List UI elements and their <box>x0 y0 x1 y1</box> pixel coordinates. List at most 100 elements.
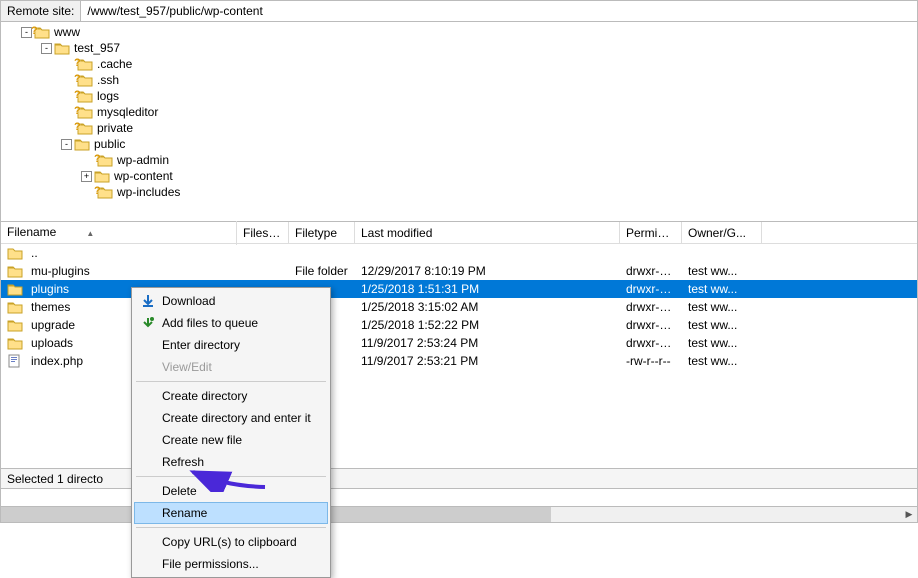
folder-icon <box>7 336 23 350</box>
tree-node[interactable]: ? logs <box>1 88 917 104</box>
file-modified: 11/9/2017 2:53:24 PM <box>355 334 620 352</box>
unknown-icon: ? <box>74 103 81 119</box>
file-permissions: drwxr-xr-x <box>620 280 682 298</box>
tree-node[interactable]: ? private <box>1 120 917 136</box>
tree-node[interactable]: - ? www <box>1 24 917 40</box>
file-permissions: -rw-r--r-- <box>620 352 682 370</box>
tree-node-label: public <box>94 136 125 152</box>
file-owner: test ww... <box>682 334 762 352</box>
tree-expander[interactable]: - <box>41 43 52 54</box>
php-file-icon <box>7 354 23 368</box>
folder-icon <box>7 282 23 296</box>
tree-node[interactable]: - public <box>1 136 917 152</box>
remote-site-bar: Remote site: <box>0 0 918 22</box>
file-owner: test ww... <box>682 316 762 334</box>
menu-create-directory[interactable]: Create directory <box>134 385 328 407</box>
file-name: plugins <box>31 280 69 298</box>
tree-node[interactable]: ? .cache <box>1 56 917 72</box>
tree-node[interactable]: ? wp-includes <box>1 184 917 200</box>
file-row[interactable]: mu-plugins File folder 12/29/2017 8:10:1… <box>1 262 917 280</box>
file-name: uploads <box>31 334 73 352</box>
col-header-filename[interactable]: Filename▲ <box>1 221 237 245</box>
file-type: File folder <box>289 262 355 280</box>
remote-site-label: Remote site: <box>1 1 81 21</box>
menu-download[interactable]: Download <box>134 290 328 312</box>
unknown-icon: ? <box>31 23 38 39</box>
menu-delete[interactable]: Delete <box>134 480 328 502</box>
folder-icon: ? <box>34 25 50 39</box>
folder-icon <box>54 41 70 55</box>
file-modified: 1/25/2018 1:52:22 PM <box>355 316 620 334</box>
tree-node[interactable]: ? mysqleditor <box>1 104 917 120</box>
unknown-icon: ? <box>94 183 101 199</box>
file-row[interactable]: .. <box>1 244 917 262</box>
file-modified: 12/29/2017 8:10:19 PM <box>355 262 620 280</box>
remote-site-input[interactable] <box>81 1 917 21</box>
file-list-header: Filename▲ Filesize Filetype Last modifie… <box>1 222 917 244</box>
remote-tree[interactable]: - ? www- test_957 ? .cache ? .ssh ? logs… <box>0 22 918 222</box>
folder-icon: ? <box>77 73 93 87</box>
file-modified: 1/25/2018 1:51:31 PM <box>355 280 620 298</box>
folder-icon <box>94 169 110 183</box>
folder-icon: ? <box>97 153 113 167</box>
col-header-permissions[interactable]: Permissi... <box>620 222 682 244</box>
file-owner: test ww... <box>682 352 762 370</box>
menu-separator <box>136 527 326 528</box>
col-header-modified[interactable]: Last modified <box>355 222 620 244</box>
tree-node-label: .ssh <box>97 72 119 88</box>
sort-asc-icon: ▲ <box>86 229 94 238</box>
tree-node[interactable]: ? .ssh <box>1 72 917 88</box>
file-name: index.php <box>31 352 83 370</box>
menu-file-permissions[interactable]: File permissions... <box>134 553 328 575</box>
parent-dir-icon <box>7 246 23 260</box>
tree-expander[interactable]: - <box>61 139 72 150</box>
menu-separator <box>136 381 326 382</box>
folder-icon: ? <box>97 185 113 199</box>
tree-node-label: wp-includes <box>117 184 180 200</box>
file-permissions: drwxr-xr-x <box>620 262 682 280</box>
menu-separator <box>136 476 326 477</box>
tree-node[interactable]: + wp-content <box>1 168 917 184</box>
folder-icon <box>7 264 23 278</box>
scroll-right-icon[interactable]: ▶ <box>901 507 917 522</box>
unknown-icon: ? <box>74 55 81 71</box>
tree-node-label: .cache <box>97 56 132 72</box>
file-owner: test ww... <box>682 298 762 316</box>
file-name: upgrade <box>31 316 75 334</box>
tree-node-label: wp-admin <box>117 152 169 168</box>
context-menu: Download Add files to queue Enter direct… <box>131 287 331 578</box>
download-icon <box>140 293 156 309</box>
col-header-owner[interactable]: Owner/G... <box>682 222 762 244</box>
menu-add-to-queue[interactable]: Add files to queue <box>134 312 328 334</box>
menu-create-new-file[interactable]: Create new file <box>134 429 328 451</box>
tree-node-label: logs <box>97 88 119 104</box>
file-modified: 1/25/2018 3:15:02 AM <box>355 298 620 316</box>
folder-icon <box>74 137 90 151</box>
file-modified: 11/9/2017 2:53:21 PM <box>355 352 620 370</box>
menu-copy-urls[interactable]: Copy URL(s) to clipboard <box>134 531 328 553</box>
tree-node-label: private <box>97 120 133 136</box>
tree-expander[interactable]: + <box>81 171 92 182</box>
folder-icon <box>7 318 23 332</box>
folder-icon: ? <box>77 57 93 71</box>
file-name: .. <box>31 244 38 262</box>
menu-refresh[interactable]: Refresh <box>134 451 328 473</box>
file-name: themes <box>31 298 70 316</box>
folder-icon: ? <box>77 105 93 119</box>
col-header-filesize[interactable]: Filesize <box>237 222 289 244</box>
menu-enter-directory[interactable]: Enter directory <box>134 334 328 356</box>
unknown-icon: ? <box>94 151 101 167</box>
tree-node-label: test_957 <box>74 40 120 56</box>
file-permissions: drwxr-xr-x <box>620 316 682 334</box>
col-header-filetype[interactable]: Filetype <box>289 222 355 244</box>
menu-view-edit: View/Edit <box>134 356 328 378</box>
tree-node[interactable]: - test_957 <box>1 40 917 56</box>
file-owner: test ww... <box>682 262 762 280</box>
tree-node-label: mysqleditor <box>97 104 158 120</box>
menu-create-directory-enter[interactable]: Create directory and enter it <box>134 407 328 429</box>
file-permissions: drwxr-xr-x <box>620 298 682 316</box>
folder-icon <box>7 300 23 314</box>
tree-node[interactable]: ? wp-admin <box>1 152 917 168</box>
unknown-icon: ? <box>74 71 81 87</box>
menu-rename[interactable]: Rename <box>134 502 328 524</box>
